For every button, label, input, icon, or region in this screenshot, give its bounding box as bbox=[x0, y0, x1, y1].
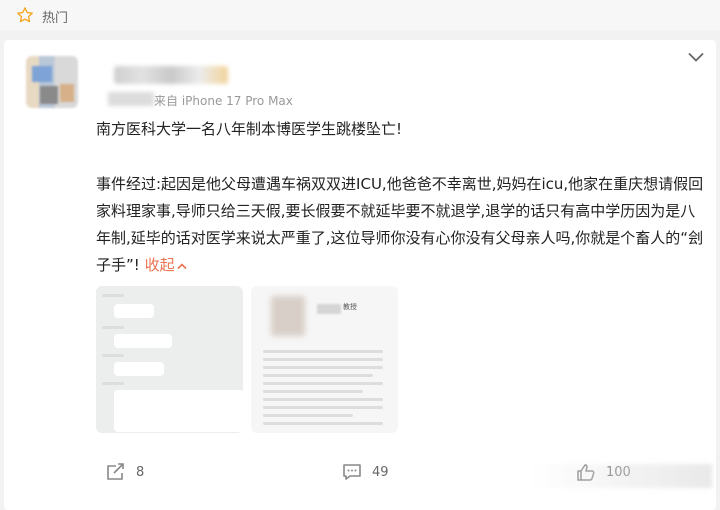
hot-header: 热门 bbox=[0, 0, 720, 30]
share-count: 8 bbox=[136, 464, 145, 480]
share-button[interactable]: 8 bbox=[106, 458, 144, 486]
hot-label: 热门 bbox=[42, 11, 69, 26]
post-body-text: 事件经过:起因是他父母遭遇车祸双双进ICU,他爸爸不幸离世,妈妈在icu,他家在… bbox=[96, 175, 704, 274]
share-icon bbox=[107, 463, 124, 480]
collapse-button[interactable]: 收起 bbox=[145, 256, 187, 274]
watermark-overlay bbox=[532, 464, 712, 488]
post-body: 事件经过:起因是他父母遭遇车祸双双进ICU,他爸爸不幸离世,妈妈在icu,他家在… bbox=[96, 171, 704, 279]
image-thumbnail-chat[interactable] bbox=[96, 286, 243, 433]
timestamp-blurred bbox=[108, 92, 154, 106]
star-icon bbox=[17, 7, 33, 23]
image-thumbnail-profile[interactable]: 教授 bbox=[251, 286, 398, 433]
avatar[interactable] bbox=[26, 56, 78, 108]
collapse-label: 收起 bbox=[144, 256, 175, 274]
chevron-down-icon[interactable] bbox=[688, 52, 704, 62]
post-title: 南方医科大学一名八年制本博医学生跳楼坠亡! bbox=[96, 120, 403, 138]
comment-icon bbox=[343, 464, 361, 480]
chevron-up-icon bbox=[177, 263, 187, 270]
device-source: 来自 iPhone 17 Pro Max bbox=[154, 94, 293, 108]
profile-title: 教授 bbox=[343, 303, 357, 311]
comment-count: 49 bbox=[372, 464, 389, 480]
comment-button[interactable]: 49 bbox=[342, 458, 389, 486]
username-blurred[interactable] bbox=[114, 66, 228, 84]
weibo-post-card: 来自 iPhone 17 Pro Max 南方医科大学一名八年制本博医学生跳楼坠… bbox=[4, 40, 716, 510]
